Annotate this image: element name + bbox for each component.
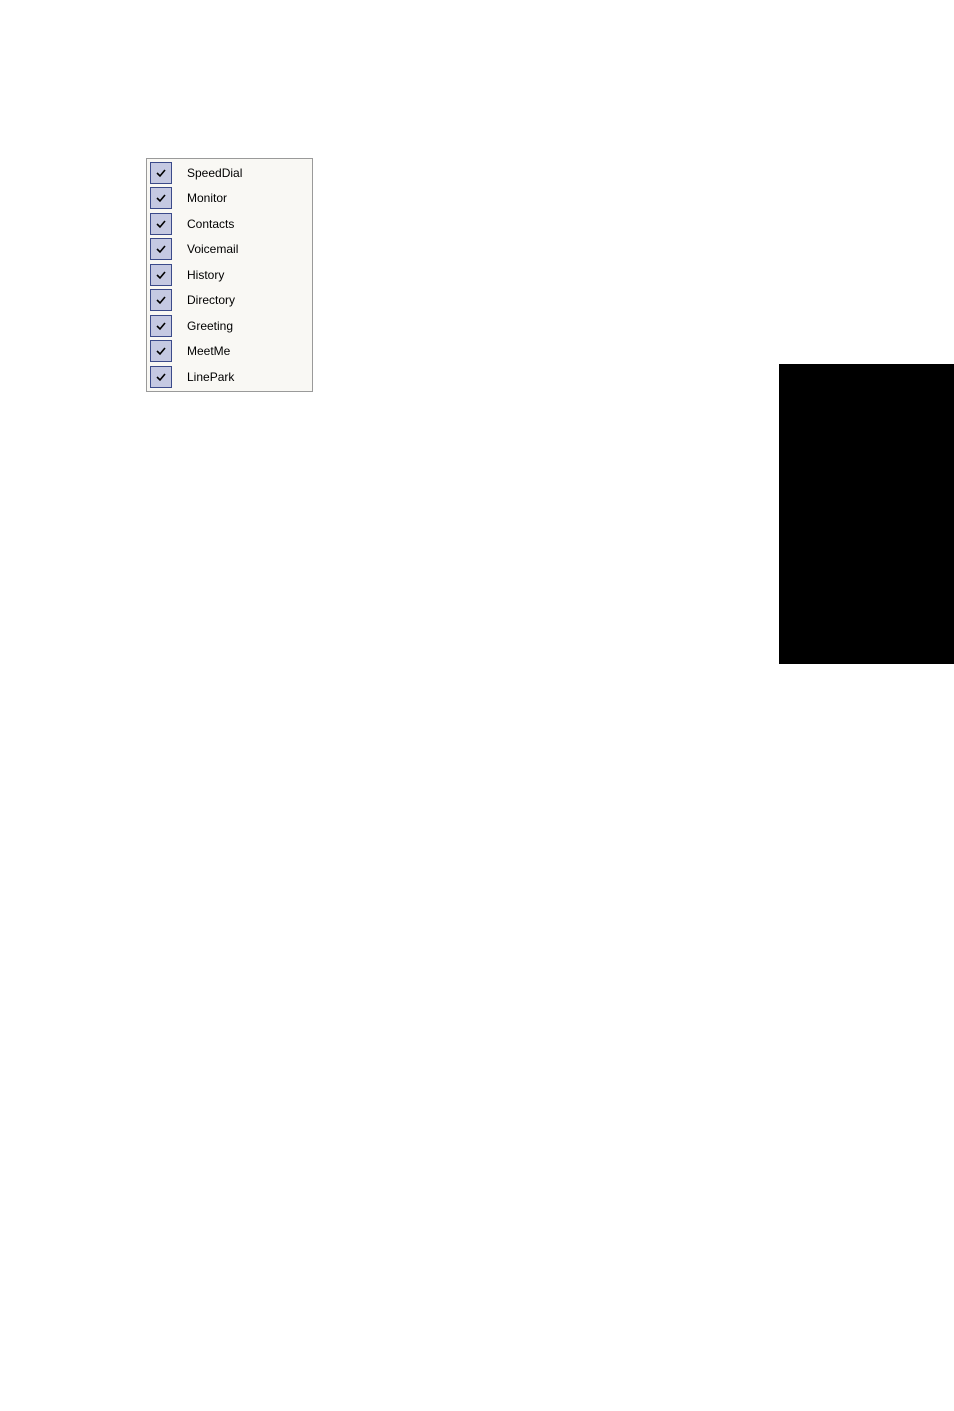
menu-item-speeddial[interactable]: SpeedDial <box>147 160 312 186</box>
menu-item-monitor[interactable]: Monitor <box>147 186 312 212</box>
menu-label-directory: Directory <box>187 293 235 307</box>
menu-label-speeddial: SpeedDial <box>187 166 242 180</box>
menu-item-greeting[interactable]: Greeting <box>147 313 312 339</box>
menu-label-meetme: MeetMe <box>187 344 230 358</box>
check-icon <box>155 243 167 255</box>
checkbox-speeddial[interactable] <box>150 162 172 184</box>
checkbox-history[interactable] <box>150 264 172 286</box>
menu-label-contacts: Contacts <box>187 217 234 231</box>
check-icon <box>155 371 167 383</box>
checkbox-voicemail[interactable] <box>150 238 172 260</box>
check-icon <box>155 218 167 230</box>
menu-item-contacts[interactable]: Contacts <box>147 211 312 237</box>
menu-item-linepark[interactable]: LinePark <box>147 364 312 390</box>
check-icon <box>155 345 167 357</box>
menu-item-history[interactable]: History <box>147 262 312 288</box>
checkbox-meetme[interactable] <box>150 340 172 362</box>
checkbox-directory[interactable] <box>150 289 172 311</box>
menu-label-history: History <box>187 268 224 282</box>
checkbox-contacts[interactable] <box>150 213 172 235</box>
check-icon <box>155 269 167 281</box>
check-icon <box>155 192 167 204</box>
check-icon <box>155 320 167 332</box>
check-icon <box>155 294 167 306</box>
check-icon <box>155 167 167 179</box>
menu-item-voicemail[interactable]: Voicemail <box>147 237 312 263</box>
side-panel <box>779 364 954 664</box>
checkbox-linepark[interactable] <box>150 366 172 388</box>
menu-item-directory[interactable]: Directory <box>147 288 312 314</box>
checkbox-greeting[interactable] <box>150 315 172 337</box>
menu-label-voicemail: Voicemail <box>187 242 238 256</box>
checkbox-monitor[interactable] <box>150 187 172 209</box>
menu-label-greeting: Greeting <box>187 319 233 333</box>
menu-item-meetme[interactable]: MeetMe <box>147 339 312 365</box>
menu-label-linepark: LinePark <box>187 370 234 384</box>
checkbox-menu: SpeedDial Monitor Contacts Voicemail <box>146 158 313 392</box>
menu-label-monitor: Monitor <box>187 191 227 205</box>
